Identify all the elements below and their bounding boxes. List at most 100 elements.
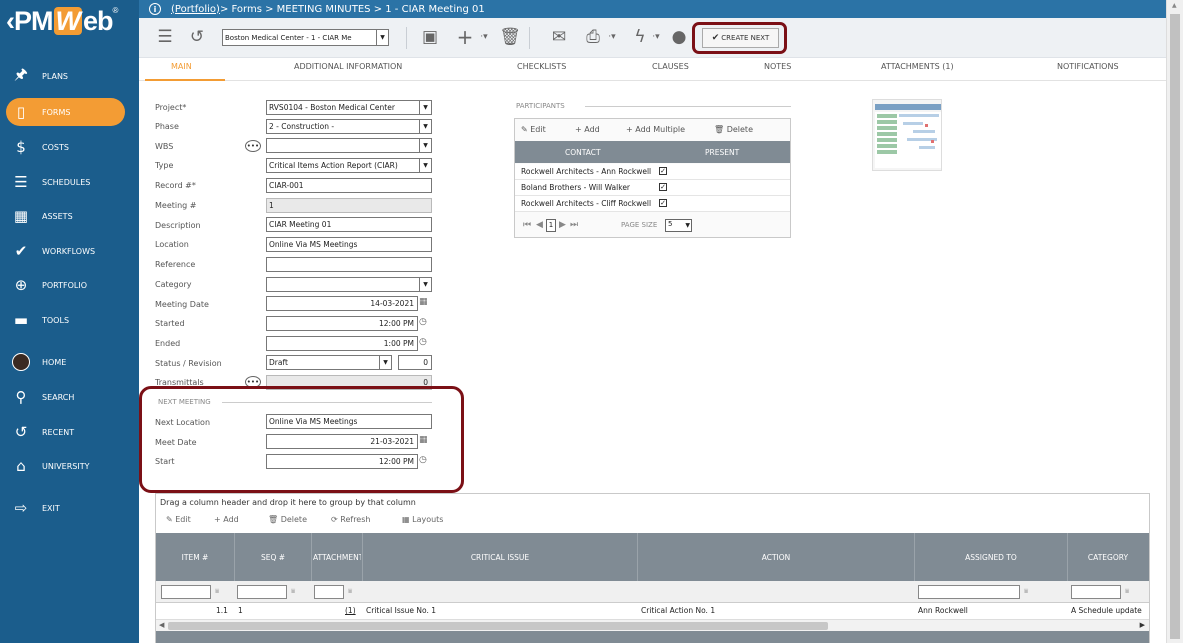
sidebar-item-portfolio[interactable]: ⊕ PORTFOLIO	[6, 271, 125, 299]
record-input[interactable]: CIAR-001	[266, 178, 432, 193]
grid-edit-button[interactable]: ✎ Edit	[166, 515, 191, 524]
prev-page-icon[interactable]: ◀	[536, 220, 543, 230]
scroll-right-icon[interactable]: ▶	[1140, 621, 1145, 629]
attachments-filter-input[interactable]	[314, 585, 344, 599]
tab-notifications[interactable]: NOTIFICATIONS	[1057, 62, 1119, 71]
started-input[interactable]: 12:00 PM	[266, 316, 418, 331]
status-select[interactable]: Draft ▼	[266, 355, 392, 370]
participant-row[interactable]: Boland Brothers - Will Walker ✓	[515, 180, 790, 196]
present-checkbox[interactable]: ✓	[659, 199, 667, 207]
save-icon[interactable]: ▣	[419, 26, 441, 48]
location-input[interactable]: Online Via MS Meetings	[266, 237, 432, 252]
sidebar-item-recent[interactable]: ↺ RECENT	[6, 418, 125, 446]
lightning-dropdown-icon[interactable]: ·▾	[645, 26, 667, 48]
critical-issue-column-header[interactable]: CRITICAL ISSUE	[364, 553, 636, 562]
phase-select[interactable]: 2 - Construction - ▼	[266, 119, 432, 134]
filter-icon[interactable]: ⩸	[1024, 587, 1028, 596]
sidebar-item-home[interactable]: HOME	[6, 348, 125, 376]
item-filter-input[interactable]	[161, 585, 211, 599]
grid-refresh-button[interactable]: ⟳ Refresh	[331, 515, 370, 524]
wbs-select[interactable]: ▼	[266, 138, 432, 153]
last-page-icon[interactable]: ⏭	[570, 220, 578, 230]
page-size-select[interactable]: 5 ▼	[665, 219, 692, 232]
breadcrumb-portfolio-link[interactable]: (Portfolio)	[171, 4, 220, 15]
seq-column-header[interactable]: SEQ #	[236, 553, 310, 562]
list-icon[interactable]: ☰	[154, 26, 176, 48]
table-row[interactable]: 1.1 1 (1) Critical Issue No. 1 Critical …	[156, 603, 1149, 619]
attachments-cell[interactable]: (1)	[345, 606, 356, 615]
tab-attachments[interactable]: ATTACHMENTS (1)	[881, 62, 954, 71]
category-select[interactable]: ▼	[266, 277, 432, 292]
grid-layouts-button[interactable]: ▦ Layouts	[402, 515, 443, 524]
next-page-icon[interactable]: ▶	[559, 220, 566, 230]
sidebar-item-forms[interactable]: ▯ FORMS	[6, 98, 125, 126]
wbs-lookup-button[interactable]: •••	[245, 140, 261, 152]
participants-add-multiple-button[interactable]: + Add Multiple	[626, 125, 685, 134]
print-dropdown-icon[interactable]: ·▾	[601, 26, 623, 48]
horizontal-scrollbar[interactable]: ◀ ▶	[156, 619, 1149, 631]
record-select[interactable]: Boston Medical Center - 1 - CIAR Me ▼	[222, 29, 389, 46]
grid-add-button[interactable]: + Add	[214, 515, 239, 524]
ended-input[interactable]: 1:00 PM	[266, 336, 418, 351]
attachments-column-header[interactable]: ATTACHMENTS	[313, 553, 361, 562]
participant-row[interactable]: Rockwell Architects - Ann Rockwell ✓	[515, 164, 790, 180]
sidebar-item-exit[interactable]: ⇨ EXIT	[6, 494, 125, 522]
calendar-icon[interactable]: ▦	[419, 297, 428, 307]
filter-icon[interactable]: ⩸	[348, 587, 352, 596]
first-page-icon[interactable]: ⏮	[523, 220, 531, 230]
category-filter-input[interactable]	[1071, 585, 1121, 599]
sidebar-item-plans[interactable]: 🖈 PLANS	[6, 62, 125, 90]
seq-filter-input[interactable]	[237, 585, 287, 599]
grid-delete-button[interactable]: 🗑 Delete	[268, 515, 307, 524]
clock-icon[interactable]: ◷	[419, 337, 427, 347]
tab-notes[interactable]: NOTES	[764, 62, 791, 71]
pmweb-logo[interactable]: ‹PM Web®	[6, 6, 134, 40]
tab-additional-information[interactable]: ADDITIONAL INFORMATION	[294, 62, 402, 71]
sidebar-item-schedules[interactable]: ☰ SCHEDULES	[6, 168, 125, 196]
history-icon[interactable]: ↺	[186, 26, 208, 48]
user-icon[interactable]: ●	[668, 26, 690, 48]
current-page[interactable]: 1	[546, 219, 556, 232]
info-icon[interactable]: i	[149, 3, 161, 15]
present-column-header[interactable]: PRESENT	[705, 148, 739, 157]
project-select[interactable]: RVS0104 - Boston Medical Center ▼	[266, 100, 432, 115]
contact-column-header[interactable]: CONTACT	[565, 148, 601, 157]
present-checkbox[interactable]: ✓	[659, 167, 667, 175]
category-column-header[interactable]: CATEGORY	[1069, 553, 1147, 562]
sidebar-item-workflows[interactable]: ✔ WORKFLOWS	[6, 237, 125, 265]
delete-icon[interactable]: 🗑	[499, 26, 521, 48]
reference-input[interactable]	[266, 257, 432, 272]
action-column-header[interactable]: ACTION	[639, 553, 913, 562]
meeting-date-input[interactable]: 14-03-2021	[266, 296, 418, 311]
email-icon[interactable]: ✉	[548, 26, 570, 48]
assigned-to-column-header[interactable]: ASSIGNED TO	[916, 553, 1066, 562]
scroll-left-icon[interactable]: ◀	[159, 621, 164, 629]
scrollbar-thumb[interactable]	[168, 622, 828, 630]
group-by-hint[interactable]: Drag a column header and drop it here to…	[160, 498, 416, 507]
participants-delete-button[interactable]: 🗑 Delete	[714, 125, 753, 134]
vertical-scrollbar[interactable]: ▲	[1166, 0, 1183, 643]
participants-add-button[interactable]: + Add	[575, 125, 600, 134]
sidebar-item-university[interactable]: ⌂ UNIVERSITY	[6, 452, 125, 480]
scrollbar-thumb[interactable]	[1170, 14, 1180, 639]
tab-checklists[interactable]: CHECKLISTS	[517, 62, 566, 71]
item-column-header[interactable]: ITEM #	[160, 553, 230, 562]
revision-input[interactable]: 0	[398, 355, 432, 370]
sidebar-item-assets[interactable]: ▦ ASSETS	[6, 202, 125, 230]
description-input[interactable]: CIAR Meeting 01	[266, 217, 432, 232]
sidebar-item-tools[interactable]: ▬ TOOLS	[6, 306, 125, 334]
type-select[interactable]: Critical Items Action Report (CIAR) ▼	[266, 158, 432, 173]
filter-icon[interactable]: ⩸	[1125, 587, 1129, 596]
assigned-to-filter-input[interactable]	[918, 585, 1020, 599]
present-checkbox[interactable]: ✓	[659, 183, 667, 191]
scroll-up-icon[interactable]: ▲	[1172, 2, 1177, 9]
participant-row[interactable]: Rockwell Architects - Cliff Rockwell ✓	[515, 196, 790, 212]
clock-icon[interactable]: ◷	[419, 317, 427, 327]
filter-icon[interactable]: ⩸	[215, 587, 219, 596]
tab-main[interactable]: MAIN	[171, 62, 192, 71]
sidebar-item-costs[interactable]: $ COSTS	[6, 133, 125, 161]
attachment-thumbnail[interactable]	[872, 99, 942, 171]
add-dropdown-icon[interactable]: ·▾	[473, 26, 495, 48]
participants-edit-button[interactable]: ✎ Edit	[521, 125, 546, 134]
sidebar-item-search[interactable]: ⚲ SEARCH	[6, 383, 125, 411]
